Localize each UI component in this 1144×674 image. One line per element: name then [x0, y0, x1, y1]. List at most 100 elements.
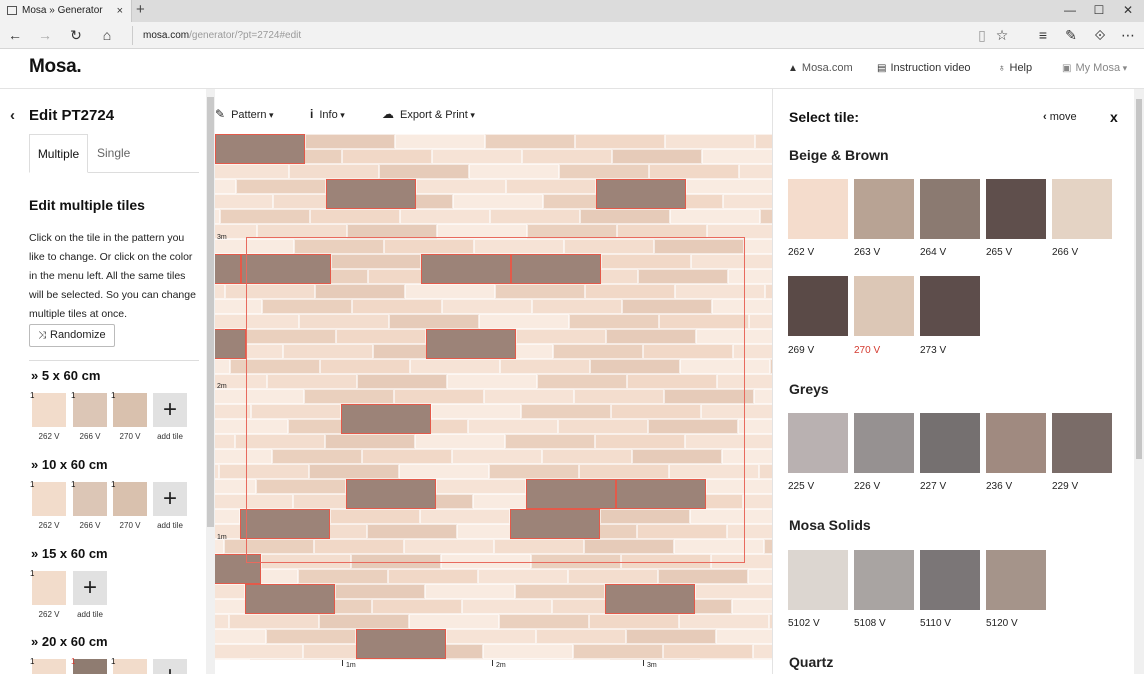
pattern-tile[interactable]	[215, 254, 241, 284]
tile-swatch[interactable]: 1	[30, 391, 66, 427]
reading-view-icon[interactable]: ▯	[972, 25, 992, 45]
pattern-tile[interactable]	[215, 614, 229, 629]
web-note-icon[interactable]: ✎	[1061, 25, 1081, 45]
pattern-tile[interactable]	[335, 584, 425, 599]
tile-swatch[interactable]: 1	[30, 569, 66, 605]
pattern-tile[interactable]	[499, 614, 589, 629]
pattern-tile[interactable]	[215, 134, 305, 164]
tile-swatch[interactable]: 1	[71, 391, 107, 427]
tile-option-262[interactable]	[788, 179, 848, 239]
pattern-tile[interactable]	[220, 209, 310, 224]
pattern-tile[interactable]	[289, 164, 379, 179]
pattern-tile[interactable]	[732, 599, 772, 614]
pattern-tile[interactable]	[356, 629, 446, 659]
pattern-tile[interactable]	[573, 644, 663, 659]
pattern-tile[interactable]	[453, 194, 543, 209]
pattern-menu[interactable]: ✎ Pattern ▾	[215, 107, 274, 121]
pattern-tile[interactable]	[215, 164, 289, 179]
tile-swatch[interactable]: 1	[111, 480, 147, 516]
pattern-tile[interactable]	[596, 179, 686, 209]
favorite-star-icon[interactable]: ☆	[992, 25, 1012, 45]
pattern-tile[interactable]	[686, 179, 772, 194]
pattern-tile[interactable]	[215, 179, 236, 194]
export-print-menu[interactable]: ☁ Export & Print ▾	[382, 107, 475, 121]
tile-option-5108[interactable]	[854, 550, 914, 610]
pattern-tile[interactable]	[753, 644, 772, 659]
pattern-tile[interactable]	[649, 164, 739, 179]
pattern-tile[interactable]	[658, 569, 748, 584]
hub-icon[interactable]: ≡	[1033, 25, 1053, 45]
tile-swatch[interactable]: 1	[111, 391, 147, 427]
info-menu[interactable]: i Info ▾	[310, 107, 345, 121]
maximize-button[interactable]: ☐	[1084, 0, 1114, 22]
pattern-tile[interactable]	[754, 389, 772, 404]
pattern-tile[interactable]	[310, 209, 400, 224]
new-tab-button[interactable]: +	[136, 0, 145, 20]
tile-option-5110[interactable]	[920, 550, 980, 610]
tile-option-236[interactable]	[986, 413, 1046, 473]
add-tile-button[interactable]: +	[73, 571, 107, 605]
pattern-tile[interactable]	[319, 614, 409, 629]
pattern-tile[interactable]	[395, 134, 485, 149]
tile-swatch[interactable]: 1	[30, 657, 66, 674]
pattern-tile[interactable]	[575, 134, 665, 149]
pattern-tile[interactable]	[515, 584, 605, 599]
help-link[interactable]: ♁ Help	[998, 62, 1032, 74]
tab-single[interactable]: Single	[97, 134, 130, 173]
pattern-tile[interactable]	[298, 569, 388, 584]
pattern-tile[interactable]	[739, 164, 772, 179]
pattern-tile[interactable]	[755, 134, 772, 149]
forward-icon[interactable]: →	[35, 25, 55, 45]
close-button[interactable]: x	[1110, 109, 1118, 125]
pattern-tile[interactable]	[765, 284, 772, 299]
pattern-tile[interactable]	[580, 209, 670, 224]
pattern-tile[interactable]	[215, 509, 240, 524]
pattern-tile[interactable]	[215, 539, 224, 554]
pattern-tile[interactable]	[665, 134, 755, 149]
tile-option-265[interactable]	[986, 179, 1046, 239]
tile-option-227[interactable]	[920, 413, 980, 473]
tile-option-5120[interactable]	[986, 550, 1046, 610]
share-icon[interactable]: ⟐	[1090, 25, 1110, 45]
browser-tab[interactable]: Mosa » Generator ×	[0, 0, 132, 22]
more-icon[interactable]: ⋯	[1118, 25, 1138, 45]
pattern-tile[interactable]	[416, 179, 506, 194]
pattern-tile[interactable]	[326, 179, 416, 209]
pattern-tile[interactable]	[760, 209, 772, 224]
tab-multiple[interactable]: Multiple	[29, 134, 88, 173]
pattern-tile[interactable]	[372, 599, 462, 614]
pattern-tile[interactable]	[522, 149, 612, 164]
pattern-tile[interactable]	[432, 149, 522, 164]
pattern-tile[interactable]	[559, 164, 649, 179]
tile-option-5102[interactable]	[788, 550, 848, 610]
pattern-tile[interactable]	[229, 614, 319, 629]
pattern-tile[interactable]	[748, 569, 772, 584]
pattern-tile[interactable]	[743, 494, 772, 509]
scrollbar-thumb[interactable]	[207, 97, 214, 527]
pattern-tile[interactable]	[236, 179, 326, 194]
pattern-tile[interactable]	[716, 629, 772, 644]
close-window-button[interactable]: ✕	[1113, 0, 1143, 22]
close-tab-icon[interactable]: ×	[117, 0, 123, 22]
tile-option-229[interactable]	[1052, 413, 1112, 473]
tile-swatch[interactable]: 1	[30, 480, 66, 516]
pattern-tile[interactable]	[266, 629, 356, 644]
pattern-tile[interactable]	[215, 629, 266, 644]
tile-swatch[interactable]: 1	[111, 657, 147, 674]
pattern-tile[interactable]	[425, 584, 515, 599]
move-button[interactable]: ‹ move	[1043, 111, 1077, 123]
tile-option-266[interactable]	[1052, 179, 1112, 239]
pattern-tile[interactable]	[388, 569, 478, 584]
pattern-tile[interactable]	[723, 194, 772, 209]
right-scrollbar[interactable]	[1134, 89, 1144, 674]
tile-swatch[interactable]: 1	[71, 480, 107, 516]
scrollbar-thumb[interactable]	[1136, 99, 1142, 459]
home-icon[interactable]: ⌂	[97, 25, 117, 45]
pattern-tile[interactable]	[446, 629, 536, 644]
randomize-button[interactable]: ⤨ Randomize	[29, 324, 115, 347]
pattern-tile[interactable]	[744, 239, 772, 254]
instruction-video-link[interactable]: ▤ Instruction video	[877, 62, 971, 74]
pattern-tile[interactable]	[605, 584, 695, 614]
pattern-tile[interactable]	[478, 569, 568, 584]
tile-option-225[interactable]	[788, 413, 848, 473]
